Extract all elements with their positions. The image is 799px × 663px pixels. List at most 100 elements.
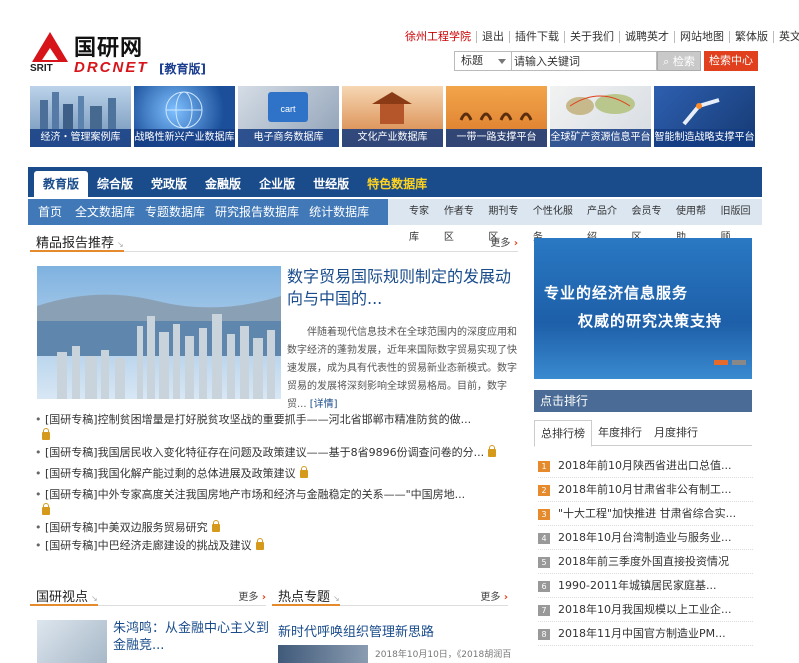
search-field-select[interactable]: 标题 <box>454 51 512 71</box>
hot-topic-image[interactable] <box>278 645 368 663</box>
svg-text:cart: cart <box>280 104 296 114</box>
tab-general[interactable]: 综合版 <box>88 171 142 197</box>
banner-mineral-resources[interactable]: 全球矿产资源信息平台 <box>550 86 651 147</box>
promo-banner[interactable]: 专业的经济信息服务 权威的研究决策支持 <box>534 238 752 379</box>
search-button-label: 检索 <box>672 55 695 68</box>
list-item-text: [国研专稿]中外专家高度关注我国房地产市场和经济与金融稳定的关系——"中国房地.… <box>45 488 466 501</box>
rank-title: 1990-2011年城镇居民家庭基... <box>558 579 717 592</box>
tab-special-db[interactable]: 特色数据库 <box>358 171 436 197</box>
site-logo[interactable]: SRIT 国研网 DRCNET [教育版] <box>28 30 228 78</box>
list-item[interactable]: [国研专稿]我国居民收入变化特征存在问题及政策建议——基于8省9896份调查问卷… <box>35 445 515 461</box>
lock-icon <box>211 520 220 532</box>
top-link-plugin[interactable]: 插件下载 <box>509 31 564 43</box>
nav-home[interactable]: 首页 <box>28 199 70 225</box>
rank-number: 1 <box>538 460 550 472</box>
banner-culture-industry[interactable]: 文化产业数据库 <box>342 86 443 147</box>
tab-yearly-rank[interactable]: 年度排行 <box>592 420 648 445</box>
carousel-dot[interactable] <box>732 360 746 365</box>
top-link-english[interactable]: 英文版 <box>773 31 799 43</box>
tab-government[interactable]: 党政版 <box>142 171 196 197</box>
more-link[interactable]: 更多 <box>238 588 266 603</box>
featured-title[interactable]: 数字贸易国际规则制定的发展动向与中国的... <box>287 266 517 310</box>
tab-education[interactable]: 教育版 <box>34 171 89 197</box>
rank-item[interactable]: 4 2018年10月台湾制造业与服务业... <box>538 526 753 550</box>
banner-ecommerce[interactable]: cart 电子商务数据库 <box>238 86 339 147</box>
top-link-university[interactable]: 徐州工程学院 <box>405 31 476 43</box>
list-item[interactable]: [国研专稿]中美双边服务贸易研究 <box>35 520 515 536</box>
section-drc-viewpoint: 国研视点 更多 <box>30 586 266 606</box>
rank-item[interactable]: 8 2018年11月中国官方制造业PM... <box>538 622 753 646</box>
top-link-sitemap[interactable]: 网站地图 <box>674 31 729 43</box>
logo-english: DRCNET <box>74 59 149 76</box>
list-item[interactable]: [国研专稿]中巴经济走廊建设的挑战及建议 <box>35 538 515 554</box>
search-button[interactable]: ⌕ 检索 <box>657 51 701 71</box>
tab-finance[interactable]: 金融版 <box>196 171 250 197</box>
banner-caption: 文化产业数据库 <box>342 129 443 147</box>
hot-topic-meta: 2018年10月10日，《2018胡润百 <box>375 650 512 660</box>
top-link-traditional[interactable]: 繁体版 <box>729 31 773 43</box>
featured-summary-text: 伴随着现代信息技术在全球范围内的深度应用和数字经济的蓬勃发展，近年来国际数字贸易… <box>287 327 517 410</box>
search-center-button[interactable]: 检索中心 <box>704 51 758 71</box>
pagoda-icon <box>372 92 412 124</box>
shopping-cart-icon: cart <box>268 92 308 122</box>
more-link[interactable]: 更多 <box>490 234 518 249</box>
hot-topic-title[interactable]: 新时代呼唤组织管理新思路 <box>278 621 434 640</box>
rank-number: 8 <box>538 628 550 640</box>
nav-report-db[interactable]: 研究报告数据库 <box>210 199 304 225</box>
featured-summary: 伴随着现代信息技术在全球范围内的深度应用和数字经济的蓬勃发展，近年来国际数字贸易… <box>287 324 519 414</box>
world-map-icon <box>566 94 635 115</box>
banner-emerging-industry[interactable]: 战略性新兴产业数据库 <box>134 86 235 147</box>
carousel-dot-active[interactable] <box>714 360 728 365</box>
database-banners: 经济・管理案例库 战略性新兴产业数据库 cart 电子商务数据库 文化产业数据库… <box>30 86 755 147</box>
lock-icon <box>42 503 50 515</box>
top-link-about[interactable]: 关于我们 <box>564 31 619 43</box>
tab-enterprise[interactable]: 企业版 <box>250 171 304 197</box>
database-nav: 首页 全文数据库 专题数据库 研究报告数据库 统计数据库 专家库 作者专区 期刊… <box>28 199 762 243</box>
banner-caption: 战略性新兴产业数据库 <box>134 129 235 147</box>
banner-case-library[interactable]: 经济・管理案例库 <box>30 86 131 147</box>
rank-title: 2018年前10月陕西省进出口总值... <box>558 459 732 472</box>
banner-belt-road[interactable]: 一带一路支撑平台 <box>446 86 547 147</box>
tab-world-economy[interactable]: 世经版 <box>304 171 358 197</box>
top-link-jobs[interactable]: 诚聘英才 <box>619 31 674 43</box>
rank-item[interactable]: 7 2018年10月我国规模以上工业企... <box>538 598 753 622</box>
featured-image[interactable] <box>37 266 281 399</box>
more-link[interactable]: 更多 <box>480 588 508 603</box>
section-featured-reports: 精品报告推荐 更多 <box>30 232 518 252</box>
rank-item[interactable]: 2 2018年前10月甘肃省非公有制工... <box>538 478 753 502</box>
tab-overall-rank[interactable]: 总排行榜 <box>534 420 592 447</box>
section-hot-topics: 热点专题 更多 <box>272 586 508 606</box>
nav-fulltext-db[interactable]: 全文数据库 <box>70 199 140 225</box>
rank-item[interactable]: 6 1990-2011年城镇居民家庭基... <box>538 574 753 598</box>
rank-number: 3 <box>538 508 550 520</box>
viewpoint-title[interactable]: 朱鸿鸣：从金融中心主义到金融竞... <box>113 620 273 654</box>
banner-caption: 经济・管理案例库 <box>30 129 131 147</box>
tab-monthly-rank[interactable]: 月度排行 <box>648 420 704 445</box>
camel-caravan-icon <box>459 112 533 121</box>
rank-item[interactable]: 3 "十大工程"加快推进 甘肃省综合实... <box>538 502 753 526</box>
featured-detail-link[interactable]: [详情] <box>310 399 338 410</box>
banner-caption: 一带一路支撑平台 <box>446 129 547 147</box>
city-skyline-icon <box>40 92 116 129</box>
rank-number: 2 <box>538 484 550 496</box>
top-link-logout[interactable]: 退出 <box>476 31 509 43</box>
nav-topic-db[interactable]: 专题数据库 <box>140 199 210 225</box>
rank-title: "十大工程"加快推进 甘肃省综合实... <box>558 507 737 520</box>
rank-item[interactable]: 5 2018年前三季度外国直接投资情况 <box>538 550 753 574</box>
promo-line-1: 专业的经济信息服务 <box>544 284 689 302</box>
section-title: 热点专题 <box>272 586 340 606</box>
search-input[interactable] <box>512 51 657 71</box>
banner-caption: 全球矿产资源信息平台 <box>550 129 651 147</box>
list-item[interactable]: [国研专稿]控制贫困增量是打好脱贫攻坚战的重要抓手——河北省邯郸市精准防贫的做.… <box>35 412 515 428</box>
nav-stats-db[interactable]: 统计数据库 <box>304 199 374 225</box>
banner-smart-manufacturing[interactable]: 智能制造战略支撑平台 <box>654 86 755 147</box>
logo-edition: [教育版] <box>159 62 206 76</box>
list-item[interactable]: [国研专稿]我国化解产能过剩的总体进展及政策建议 <box>35 466 515 482</box>
rank-title: 2018年11月中国官方制造业PM... <box>558 627 726 640</box>
rank-header: 点击排行 <box>534 390 752 412</box>
edition-nav: 教育版 综合版 党政版 金融版 企业版 世经版 特色数据库 <box>28 167 762 197</box>
rank-number: 6 <box>538 580 550 592</box>
viewpoint-image[interactable] <box>37 620 107 663</box>
rank-item[interactable]: 1 2018年前10月陕西省进出口总值... <box>538 454 753 478</box>
list-item[interactable]: [国研专稿]中外专家高度关注我国房地产市场和经济与金融稳定的关系——"中国房地.… <box>35 487 515 503</box>
